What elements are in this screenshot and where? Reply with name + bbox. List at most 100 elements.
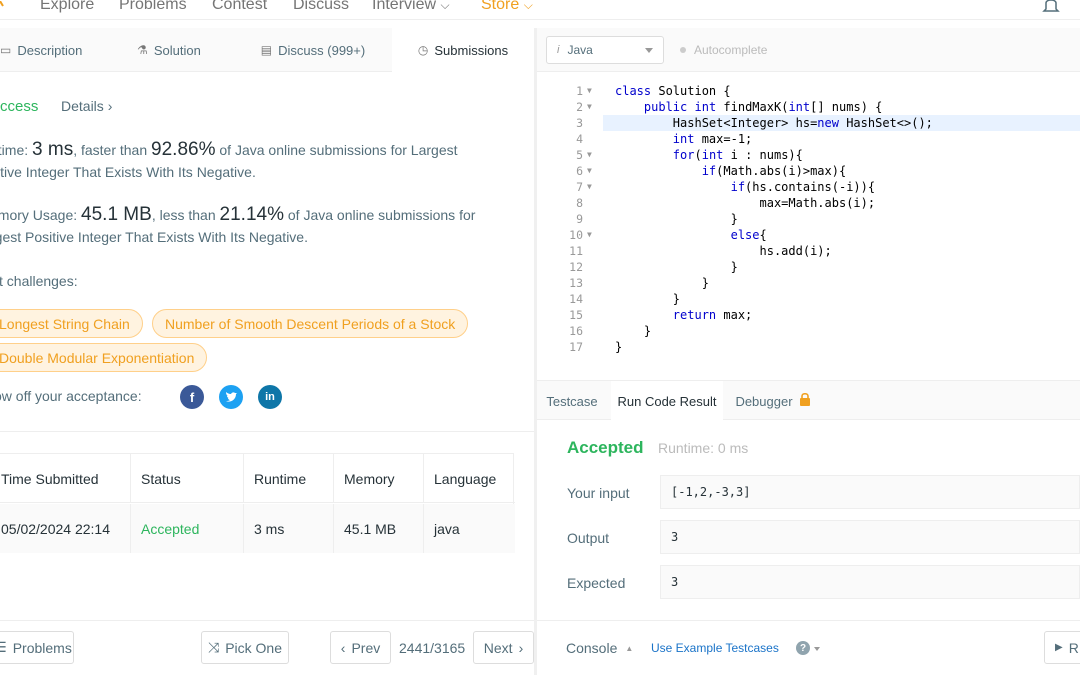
share-label: ow off your acceptance: bbox=[0, 388, 142, 404]
tab-submissions[interactable]: ◷ Submissions bbox=[392, 28, 534, 72]
result-status: ccess bbox=[0, 98, 39, 115]
code-line[interactable]: hs.add(i); bbox=[615, 243, 831, 259]
line-number: 6 bbox=[576, 164, 583, 178]
nav-discuss[interactable]: Discuss bbox=[293, 0, 349, 14]
line-number: 5 bbox=[576, 148, 583, 162]
expected-label: Expected bbox=[567, 575, 626, 591]
facebook-icon[interactable]: f bbox=[180, 385, 204, 409]
button-label: Next bbox=[483, 639, 513, 656]
prev-button[interactable]: ‹ Prev bbox=[330, 631, 391, 664]
help-icon[interactable]: ? bbox=[796, 641, 810, 655]
play-icon: ▶ bbox=[1055, 642, 1063, 653]
memory-suffix: of Java online submissions for bbox=[287, 207, 476, 223]
chevron-down-icon: ⌵ bbox=[523, 0, 533, 12]
fold-arrow-icon[interactable]: ▼ bbox=[587, 163, 597, 179]
tab-discuss[interactable]: ▤ Discuss (999+) bbox=[234, 28, 392, 72]
line-number: 14 bbox=[569, 292, 583, 306]
memory-value: 45.1 MB bbox=[81, 204, 152, 225]
line-number: 16 bbox=[569, 324, 583, 338]
code-line[interactable]: } bbox=[615, 339, 622, 355]
console-label: Console bbox=[566, 640, 618, 656]
left-panel: ▭ Description ⚗ Solution ▤ Discuss (999+) ◷… bbox=[0, 28, 534, 675]
fold-arrow-icon[interactable]: ▼ bbox=[587, 227, 597, 243]
nav-explore[interactable]: Explore bbox=[40, 0, 94, 14]
code-line[interactable]: } bbox=[615, 291, 680, 307]
console-toggle[interactable]: Console ▲ bbox=[566, 640, 633, 656]
lock-icon bbox=[799, 392, 811, 409]
line-number: 11 bbox=[569, 244, 583, 258]
details-link[interactable]: Details › bbox=[61, 98, 112, 114]
code-line[interactable]: } bbox=[615, 259, 738, 275]
code-line[interactable]: if(hs.contains(-i)){ bbox=[615, 179, 876, 195]
button-label: Prev bbox=[351, 639, 381, 656]
chevron-down-icon: ⌵ bbox=[440, 0, 450, 12]
top-nav: Explore Problems Contest Discuss Intervi… bbox=[0, 0, 1080, 20]
expected-value-box: 3 bbox=[660, 565, 1080, 599]
table-header-cell: Runtime bbox=[243, 454, 333, 503]
code-line[interactable]: public int findMaxK(int[] nums) { bbox=[615, 99, 882, 115]
fold-arrow-icon[interactable]: ▼ bbox=[587, 179, 597, 195]
right-panel: i Java Autocomplete 1 ▼ class Solution {2 ▼… bbox=[537, 28, 1080, 675]
line-number: 1 bbox=[576, 84, 583, 98]
run-code-button[interactable]: ▶ R bbox=[1044, 631, 1080, 664]
language-select[interactable]: i Java bbox=[546, 36, 664, 64]
code-line[interactable]: } bbox=[615, 275, 709, 291]
code-line[interactable]: return max; bbox=[615, 307, 752, 323]
run-runtime: Runtime: 0 ms bbox=[658, 440, 749, 456]
line-number: 9 bbox=[576, 212, 583, 226]
next-button[interactable]: Next › bbox=[473, 631, 534, 664]
problems-button[interactable]: ☰ Problems bbox=[0, 631, 74, 664]
tab-run-code-result[interactable]: Run Code Result bbox=[611, 381, 723, 421]
tab-solution[interactable]: ⚗ Solution bbox=[104, 28, 234, 72]
code-line[interactable]: } bbox=[615, 211, 738, 227]
code-line[interactable]: } bbox=[615, 323, 651, 339]
caret-up-icon: ▲ bbox=[625, 643, 634, 653]
fold-arrow-icon[interactable]: ▼ bbox=[587, 83, 597, 99]
code-line[interactable]: int max=-1; bbox=[615, 131, 752, 147]
nav-interview[interactable]: Interview ⌵ bbox=[372, 0, 450, 14]
leetcode-logo-icon[interactable] bbox=[0, 0, 4, 14]
challenge-chip[interactable]: Number of Smooth Descent Periods of a St… bbox=[152, 309, 469, 338]
table-row[interactable]: 05/02/2024 22:14 Accepted 3 ms 45.1 MB j… bbox=[0, 504, 515, 553]
runtime-stats: ntime: 3 ms, faster than 92.86% of Java … bbox=[0, 139, 510, 183]
nav-store[interactable]: Store ⌵ bbox=[481, 0, 533, 14]
challenge-chip[interactable]: Double Modular Exponentiation bbox=[0, 343, 208, 372]
editor-toolbar: i Java Autocomplete bbox=[537, 28, 1080, 72]
tab-testcase[interactable]: Testcase bbox=[537, 381, 607, 421]
code-line[interactable]: else{ bbox=[615, 227, 767, 243]
document-icon: ▭ bbox=[0, 43, 12, 57]
nav-problems[interactable]: Problems bbox=[119, 0, 187, 14]
nav-contest[interactable]: Contest bbox=[212, 0, 267, 14]
pick-one-button[interactable]: ⤨ Pick One bbox=[201, 631, 289, 664]
code-line[interactable]: max=Math.abs(i); bbox=[615, 195, 875, 211]
fold-arrow-icon[interactable]: ▼ bbox=[587, 99, 597, 115]
memory-stats: emory Usage: 45.1 MB, less than 21.14% o… bbox=[0, 204, 510, 248]
memory-label: emory Usage: bbox=[0, 207, 78, 223]
right-bottom-bar: Console ▲ Use Example Testcases ? ▶ R bbox=[537, 620, 1080, 675]
chevron-down-icon[interactable] bbox=[814, 647, 820, 651]
code-editor[interactable]: 1 ▼ class Solution {2 ▼ public int findMaxK… bbox=[537, 82, 1080, 362]
table-header-cell: Time Submitted bbox=[1, 470, 99, 487]
bell-icon[interactable] bbox=[1042, 0, 1060, 15]
tab-description[interactable]: ▭ Description bbox=[0, 28, 104, 72]
table-cell-status[interactable]: Accepted bbox=[130, 504, 243, 553]
tab-label: Discuss (999+) bbox=[278, 42, 366, 58]
linkedin-icon[interactable]: in bbox=[258, 385, 282, 409]
code-line[interactable]: class Solution { bbox=[615, 83, 731, 99]
code-line[interactable]: HashSet<Integer> hs=new HashSet<>(); bbox=[615, 115, 933, 131]
tab-debugger[interactable]: Debugger bbox=[723, 381, 823, 421]
code-line[interactable]: for(int i : nums){ bbox=[615, 147, 803, 163]
use-example-testcases-link[interactable]: Use Example Testcases bbox=[651, 641, 779, 655]
table-header-cell: Language bbox=[423, 454, 515, 503]
table-cell-time: 05/02/2024 22:14 bbox=[1, 520, 110, 537]
autocomplete-toggle[interactable]: Autocomplete bbox=[680, 43, 767, 57]
fold-arrow-icon[interactable]: ▼ bbox=[587, 147, 597, 163]
result-tabs: Testcase Run Code Result Debugger bbox=[537, 380, 1080, 421]
left-bottom-bar: ☰ Problems ⤨ Pick One ‹ Prev 2441/3165 Next… bbox=[0, 620, 534, 675]
challenge-chip[interactable]: Longest String Chain bbox=[0, 309, 143, 338]
details-label: Details bbox=[61, 98, 104, 114]
line-number: 17 bbox=[569, 340, 583, 354]
output-label: Output bbox=[567, 530, 610, 546]
code-line[interactable]: if(Math.abs(i)>max){ bbox=[615, 163, 847, 179]
twitter-icon[interactable] bbox=[219, 385, 243, 409]
